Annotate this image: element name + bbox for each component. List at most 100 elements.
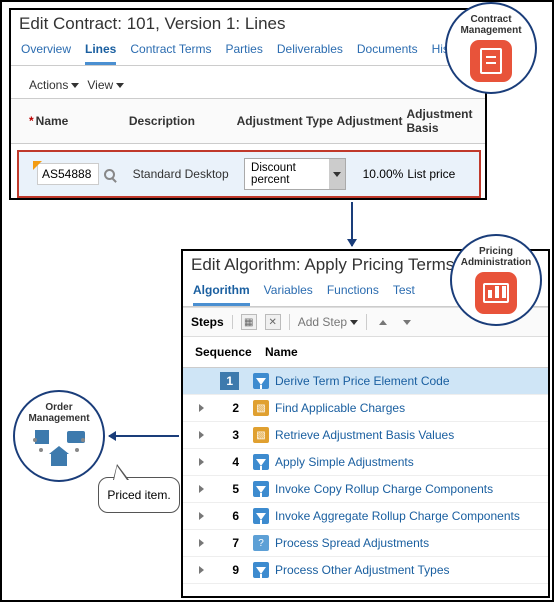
duplicate-button[interactable]: ▦ (241, 314, 257, 330)
expand-icon[interactable] (195, 566, 207, 574)
step-sequence: 7 (207, 536, 253, 550)
delete-button[interactable]: ✕ (265, 314, 281, 330)
expand-icon[interactable] (195, 458, 207, 466)
col-description: Description (129, 114, 237, 128)
add-step-label: Add Step (298, 315, 347, 329)
add-step-menu[interactable]: Add Step (298, 315, 358, 329)
arrow-up-icon (379, 320, 387, 325)
page-title: Edit Contract: 101, Version 1: Lines (11, 10, 485, 36)
flow-arrow-left-icon (109, 435, 179, 437)
step-name: Apply Simple Adjustments (275, 455, 414, 469)
grid-header: *Name Description Adjustment Type Adjust… (11, 98, 485, 144)
arrow-down-icon (403, 320, 411, 325)
step-row[interactable]: 3▧ Retrieve Adjustment Basis Values (183, 422, 548, 449)
dropdown-button[interactable] (329, 159, 345, 189)
contract-panel: Edit Contract: 101, Version 1: Lines Ove… (9, 8, 487, 200)
funnel-icon (253, 373, 269, 389)
step-row[interactable]: 5Invoke Copy Rollup Charge Components (183, 476, 548, 503)
tab-parties[interactable]: Parties (226, 38, 263, 65)
tab-overview[interactable]: Overview (21, 38, 71, 65)
tab-contract-terms[interactable]: Contract Terms (130, 38, 211, 65)
caret-down-icon (116, 83, 124, 88)
move-down-button[interactable] (399, 314, 415, 330)
step-row[interactable]: 6 Invoke Aggregate Rollup Charge Componen… (183, 503, 548, 530)
badge-label: Order Management (15, 402, 103, 424)
cell-adjustment-type: Discount percent (244, 158, 352, 190)
step-name: Retrieve Adjustment Basis Values (275, 428, 454, 442)
badge-label: Contract Management (447, 14, 535, 36)
step-name: Find Applicable Charges (275, 401, 405, 415)
divider (289, 314, 290, 330)
step-row[interactable]: 9 Process Other Adjustment Types (183, 557, 548, 584)
badge-contract-management: Contract Management (445, 2, 537, 94)
caret-down-icon (71, 83, 79, 88)
badge-order-management: Order Management (13, 390, 105, 482)
move-up-button[interactable] (375, 314, 391, 330)
steps-label: Steps (191, 315, 233, 329)
pricing-chart-icon (475, 272, 517, 314)
expand-icon[interactable] (195, 431, 207, 439)
tab-deliverables[interactable]: Deliverables (277, 38, 343, 65)
contract-document-icon (470, 40, 512, 82)
step-row[interactable]: 4 Apply Simple Adjustments (183, 449, 548, 476)
tab-functions[interactable]: Functions (327, 279, 379, 306)
col-adjustment-type: Adjustment Type (237, 114, 337, 128)
funnel-icon (253, 481, 269, 497)
badge-pricing-administration: Pricing Administration (450, 234, 542, 326)
cell-description: Standard Desktop (133, 167, 244, 181)
step-row[interactable]: 2▧Find Applicable Charges (183, 395, 548, 422)
col-name: *Name (29, 114, 129, 128)
step-name: Process Other Adjustment Types (275, 563, 450, 577)
expand-icon[interactable] (195, 539, 207, 547)
cell-adjustment: 10.00% (352, 167, 408, 181)
actions-menu[interactable]: Actions (29, 78, 79, 92)
tab-variables[interactable]: Variables (264, 279, 313, 306)
select-value: Discount percent (245, 159, 329, 189)
flow-arrow-down-icon (351, 202, 353, 246)
col-sequence: Sequence (195, 345, 265, 359)
step-sequence: 3 (207, 428, 253, 442)
expand-icon[interactable] (195, 485, 207, 493)
step-sequence: 1 (207, 374, 253, 388)
view-label: View (87, 78, 113, 92)
tab-test[interactable]: Test (393, 279, 415, 306)
step-name: Invoke Aggregate Rollup Charge Component… (275, 509, 520, 523)
step-name: Derive Term Price Element Code (275, 374, 450, 388)
col-name: Name (265, 345, 540, 359)
required-star-icon: * (29, 114, 34, 128)
callout-priced-item: Priced item. (98, 477, 180, 513)
tab-algorithm[interactable]: Algorithm (193, 279, 250, 306)
view-menu[interactable]: View (87, 78, 124, 92)
step-sequence: 4 (207, 455, 253, 469)
name-input[interactable] (37, 163, 99, 185)
funnel-icon (253, 508, 269, 524)
changed-row-icon (33, 161, 42, 170)
caret-down-icon (333, 172, 341, 177)
funnel-icon (253, 454, 269, 470)
contract-toolbar: Actions View (11, 66, 485, 98)
badge-label: Pricing Administration (452, 246, 540, 268)
tab-lines[interactable]: Lines (85, 38, 116, 65)
tab-documents[interactable]: Documents (357, 38, 418, 65)
order-management-icon (33, 428, 85, 470)
step-row[interactable]: 1 Derive Term Price Element Code (183, 368, 548, 395)
step-name: Invoke Copy Rollup Charge Components (275, 482, 493, 496)
question-icon: ? (253, 535, 269, 551)
expand-icon[interactable] (195, 512, 207, 520)
expand-icon[interactable] (195, 404, 207, 412)
cell-name (37, 163, 133, 185)
search-icon[interactable] (104, 169, 115, 180)
package-icon: ▧ (253, 427, 269, 443)
col-adjustment: Adjustment (337, 114, 407, 128)
caret-down-icon (350, 320, 358, 325)
step-name: Process Spread Adjustments (275, 536, 429, 550)
steps-header: Sequence Name (183, 337, 548, 368)
funnel-icon (253, 562, 269, 578)
adjustment-type-select[interactable]: Discount percent (244, 158, 346, 190)
grid-row-highlighted: Standard Desktop Discount percent 10.00%… (17, 150, 481, 198)
col-adjustment-basis: Adjustment Basis (407, 107, 478, 135)
step-row[interactable]: 7? Process Spread Adjustments (183, 530, 548, 557)
actions-label: Actions (29, 78, 68, 92)
step-sequence: 9 (207, 563, 253, 577)
step-sequence: 6 (207, 509, 253, 523)
